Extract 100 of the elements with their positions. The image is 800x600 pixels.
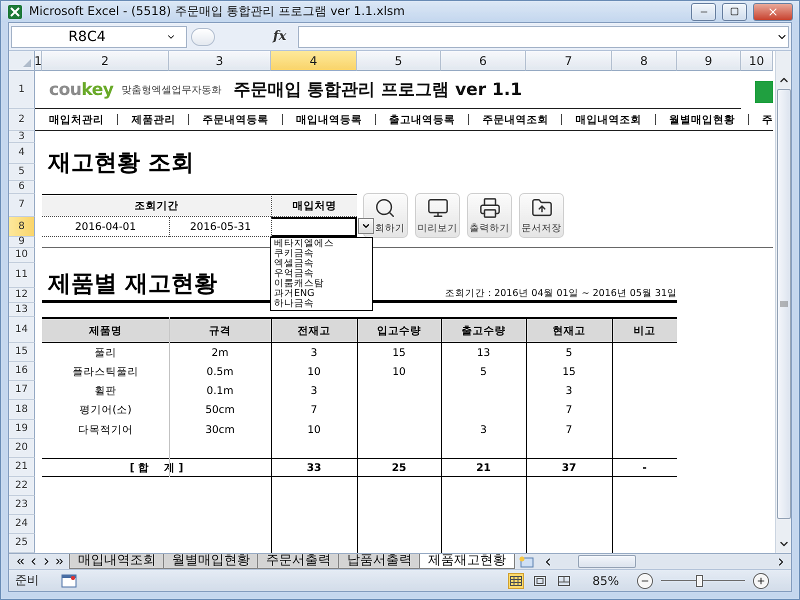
row-header[interactable]: 25 — [9, 534, 35, 553]
toolbar-button[interactable]: 문서저장 — [519, 193, 564, 238]
total-cell-text: 25 — [390, 460, 408, 476]
table-cell-text: 15 — [561, 364, 577, 380]
dropdown-option[interactable]: 과거ENG — [274, 289, 369, 299]
row-header[interactable]: 24 — [9, 515, 35, 534]
menu-link[interactable]: 매입내역조회 — [576, 112, 642, 126]
column-header[interactable]: 10 — [741, 51, 773, 71]
zoom-out-icon[interactable] — [637, 572, 653, 588]
dropdown-option[interactable]: 우억금속 — [274, 269, 369, 279]
column-header[interactable]: 5 — [357, 51, 441, 71]
table-cell-text: 10 — [306, 364, 322, 380]
sheet-tab[interactable]: 월별매입현황 — [163, 554, 259, 569]
start-date-cell[interactable]: 2016-04-01 — [42, 217, 169, 237]
table-cell-text: 7 — [310, 403, 318, 418]
table-cell-text: 30cm — [204, 422, 236, 438]
row-header[interactable]: 8 — [9, 217, 35, 237]
row-header[interactable]: 17 — [9, 381, 35, 400]
zoom-in-icon[interactable] — [753, 572, 769, 588]
normal-view-icon[interactable] — [508, 572, 524, 588]
close-icon — [767, 6, 779, 18]
table-cell-text: 3 — [310, 346, 318, 360]
scroll-thumb[interactable] — [578, 555, 636, 568]
name-box[interactable]: R8C4 — [11, 26, 187, 48]
dropdown-option[interactable]: 쿠키금속 — [274, 249, 369, 259]
row-header[interactable]: 23 — [9, 496, 35, 515]
new-sheet-icon[interactable] — [518, 556, 534, 568]
row-header[interactable]: 5 — [9, 164, 35, 181]
column-header[interactable]: 6 — [441, 51, 526, 71]
row-header[interactable]: 12 — [9, 288, 35, 303]
dropdown-option[interactable]: 이룸캐스탐 — [274, 279, 369, 289]
row-header[interactable]: 6 — [9, 181, 35, 194]
column-header[interactable]: 3 — [169, 51, 271, 71]
row-header[interactable]: 7 — [9, 194, 35, 217]
row-header[interactable]: 19 — [9, 420, 35, 439]
column-header[interactable]: 2 — [42, 51, 169, 71]
formula-field[interactable] — [298, 26, 789, 48]
sheet-tab[interactable]: 제품재고현황 — [419, 554, 515, 569]
dropdown-option[interactable]: 베타지엘에스 — [274, 239, 369, 249]
column-header[interactable]: 1 — [35, 51, 42, 71]
column-heading: 전재고 — [271, 317, 357, 343]
row-header[interactable]: 14 — [9, 317, 35, 343]
maximize-button[interactable] — [722, 2, 747, 20]
zoom-thumb[interactable] — [696, 574, 703, 586]
dropdown-option[interactable]: 하나금속 — [274, 299, 369, 309]
table-cell-text: 10 — [391, 364, 407, 380]
row-header[interactable]: 1 — [9, 71, 35, 109]
menu-link[interactable]: 주문내역등록 — [202, 112, 268, 126]
scroll-thumb[interactable] — [776, 89, 791, 519]
row-header[interactable]: 21 — [9, 458, 35, 477]
row-header[interactable]: 9 — [9, 237, 35, 248]
row-header[interactable]: 22 — [9, 477, 35, 496]
menu-link[interactable]: 매입내역등록 — [296, 112, 362, 126]
menu-link[interactable]: 출고내역등록 — [389, 112, 455, 126]
toolbar-button[interactable]: 회하기 — [363, 193, 408, 238]
row-header[interactable]: 11 — [9, 263, 35, 288]
supplier-cell[interactable] — [271, 217, 357, 237]
column-header[interactable]: 4 — [271, 51, 357, 71]
row-header[interactable]: 20 — [9, 439, 35, 458]
function-label[interactable]: fx — [273, 29, 286, 44]
column-header[interactable]: 9 — [677, 51, 741, 71]
end-date-cell[interactable]: 2016-05-31 — [169, 217, 271, 237]
last-sheet-icon — [54, 556, 65, 567]
menu-link[interactable]: 제품관리 — [131, 112, 176, 126]
row-header[interactable]: 4 — [9, 143, 35, 164]
row-header[interactable]: 2 — [9, 109, 35, 131]
minimize-button[interactable] — [691, 2, 716, 20]
row-header[interactable]: 13 — [9, 303, 35, 317]
row-header[interactable]: 15 — [9, 343, 35, 362]
menu-link[interactable]: 주문내역조회 — [482, 112, 548, 126]
column-heading: 규격 — [169, 317, 271, 343]
logo: coukey — [49, 80, 114, 100]
sheet-tab[interactable]: 주문서출력 — [257, 554, 340, 569]
column-header[interactable]: 8 — [612, 51, 677, 71]
sheet-tab[interactable]: 납품서출력 — [338, 554, 421, 569]
menu-link[interactable]: 월별매입현황 — [668, 112, 735, 126]
splitter-handle[interactable] — [191, 28, 215, 46]
close-button[interactable] — [753, 2, 793, 20]
row-header[interactable]: 18 — [9, 400, 35, 420]
section-title: 재고현황 조회 — [48, 148, 194, 178]
column-heading: 현재고 — [526, 317, 612, 343]
row-header[interactable]: 3 — [9, 131, 35, 143]
toolbar-button[interactable]: 미리보기 — [415, 193, 460, 238]
menu-link[interactable]: 매입처관리 — [49, 112, 104, 126]
macro-record-icon[interactable] — [61, 574, 77, 588]
row-header[interactable]: 16 — [9, 362, 35, 381]
zoom-level[interactable]: 85% — [592, 574, 619, 588]
toolbar-button[interactable]: 출력하기 — [467, 193, 512, 238]
table-cell-text: 13 — [476, 346, 492, 360]
search-icon — [374, 197, 396, 219]
dropdown-button[interactable] — [358, 218, 374, 234]
column-header[interactable]: 7 — [526, 51, 612, 71]
column-heading: 입고수량 — [357, 317, 441, 343]
tagline: 맞춤형엑셀업무자동화 — [121, 84, 222, 96]
row-header[interactable]: 10 — [9, 248, 35, 263]
table-cell-text: 3 — [479, 422, 488, 438]
dropdown-option[interactable]: 엑셀금속 — [274, 259, 369, 269]
first-sheet-icon — [15, 556, 26, 567]
menu-link[interactable]: 주 — [762, 112, 773, 126]
sheet-tab[interactable]: 매입내역조회 — [69, 554, 165, 569]
